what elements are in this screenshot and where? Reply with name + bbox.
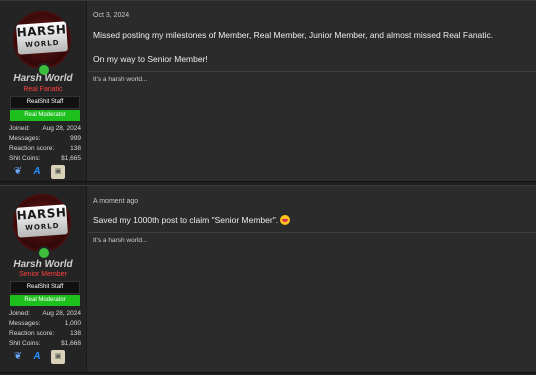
stat-messages: Messages: 999 <box>9 134 81 144</box>
badge-icon[interactable]: ▣ <box>51 165 65 179</box>
avatar[interactable]: HARSH WORLD <box>13 11 71 77</box>
username[interactable]: Harsh World <box>0 259 86 270</box>
signature: It's a harsh world... <box>93 76 148 83</box>
message-paragraph: On my way to Senior Member! <box>93 54 208 64</box>
staff-banner: RealShit Staff <box>10 96 80 109</box>
alpha-icon[interactable]: A <box>30 350 44 364</box>
stat-shit-coins: Shit Coins: $1,668 <box>9 339 81 349</box>
stat-value[interactable]: 1,000 <box>65 319 81 329</box>
post-message: Saved my 1000th post to claim "Senior Me… <box>93 214 526 226</box>
user-info-panel: HARSH WORLD Harsh World Senior Member Re… <box>0 186 87 372</box>
stat-label: Messages: <box>9 135 41 142</box>
stat-joined: Joined: Aug 28, 2024 <box>9 124 81 134</box>
staff-banner: RealShit Staff <box>10 281 80 294</box>
moderator-banner: Real Moderator <box>10 110 80 121</box>
stat-label: Joined: <box>9 125 30 132</box>
avatar-logo: HARSH WORLD <box>16 204 68 238</box>
username[interactable]: Harsh World <box>0 73 86 84</box>
post-message: Missed posting my milestones of Member, … <box>93 29 526 65</box>
stat-value: Aug 28, 2024 <box>42 310 81 317</box>
user-info-panel: HARSH WORLD Harsh World Real Fanatic Rea… <box>0 1 87 181</box>
user-title: Real Fanatic <box>23 86 63 93</box>
stat-value: Aug 28, 2024 <box>42 125 81 132</box>
stat-reaction-score: Reaction score: 138 <box>9 329 81 339</box>
post-date[interactable]: A moment ago <box>93 198 138 205</box>
signature-divider <box>88 71 536 72</box>
post-date[interactable]: Oct 3, 2024 <box>93 12 129 19</box>
user-stats: Joined: Aug 28, 2024 Messages: 999 React… <box>9 124 81 164</box>
trophy-list: ❦ A ▣ <box>11 350 83 364</box>
avatar-logo: HARSH WORLD <box>16 21 68 55</box>
stat-value: 138 <box>70 330 81 337</box>
wings-icon[interactable]: ❦ <box>11 350 25 364</box>
signature-divider <box>88 232 536 233</box>
message-paragraph: Missed posting my milestones of Member, … <box>93 30 494 40</box>
stat-reaction-score: Reaction score: 138 <box>9 144 81 154</box>
avatar-text-line2: WORLD <box>25 221 60 233</box>
message-paragraph: Saved my 1000th post to claim "Senior Me… <box>93 215 279 225</box>
stat-joined: Joined: Aug 28, 2024 <box>9 309 81 319</box>
grinning-face-icon <box>280 215 291 225</box>
user-title: Senior Member <box>19 271 67 278</box>
post: HARSH WORLD Harsh World Real Fanatic Rea… <box>0 0 536 182</box>
trophy-list: ❦ A ▣ <box>11 165 83 179</box>
post: HARSH WORLD Harsh World Senior Member Re… <box>0 185 536 373</box>
online-status-icon <box>37 246 51 260</box>
badge-icon[interactable]: ▣ <box>51 350 65 364</box>
stat-label: Messages: <box>9 320 41 327</box>
stat-label: Reaction score: <box>9 145 55 152</box>
stat-label: Shit Coins: <box>9 155 41 162</box>
stat-value: 138 <box>70 145 81 152</box>
stat-label: Shit Coins: <box>9 340 41 347</box>
signature: It's a harsh world... <box>93 237 148 244</box>
stat-shit-coins: Shit Coins: $1,665 <box>9 154 81 164</box>
wings-icon[interactable]: ❦ <box>11 165 25 179</box>
avatar[interactable]: HARSH WORLD <box>13 194 71 260</box>
alpha-icon[interactable]: A <box>30 165 44 179</box>
stat-value: $1,668 <box>61 340 81 347</box>
stat-messages: Messages: 1,000 <box>9 319 81 329</box>
stat-value: $1,665 <box>61 155 81 162</box>
stat-label: Joined: <box>9 310 30 317</box>
moderator-banner: Real Moderator <box>10 295 80 306</box>
stat-label: Reaction score: <box>9 330 55 337</box>
user-stats: Joined: Aug 28, 2024 Messages: 1,000 Rea… <box>9 309 81 349</box>
avatar-text-line2: WORLD <box>25 38 60 50</box>
stat-value[interactable]: 999 <box>70 134 81 144</box>
